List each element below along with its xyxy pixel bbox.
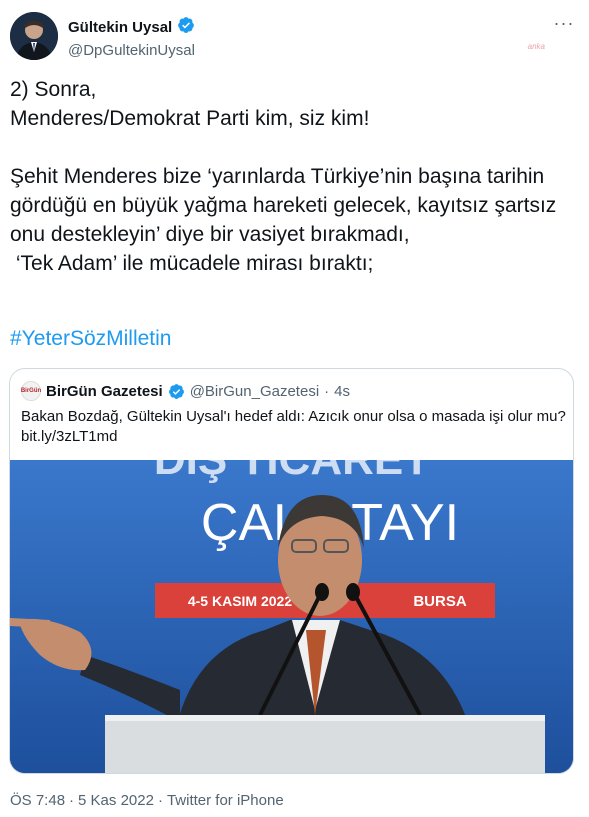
verified-badge-icon (177, 16, 195, 39)
more-options-icon[interactable]: ··· (551, 14, 577, 36)
quoted-tweet-link[interactable]: bit.ly/3zLT1md (21, 427, 566, 447)
watermark-logo: anka (527, 42, 545, 51)
hashtag-link[interactable]: #YeterSözMilletin (10, 327, 171, 351)
quoted-author-handle: @BirGun_Gazetesi (189, 382, 320, 400)
separator-dot: · (69, 792, 75, 809)
tweet-source[interactable]: Twitter for iPhone (167, 792, 284, 809)
tweet-paragraph: Şehit Menderes bize ‘yarınlarda Türkiye’… (10, 165, 557, 275)
banner-city-text: BURSA (413, 593, 467, 610)
tweet-time[interactable]: ÖS 7:48 (10, 792, 65, 809)
quoted-author-name: BirGün Gazetesi (46, 382, 163, 400)
quoted-tweet-body: Bakan Bozdağ, Gültekin Uysal'ı hedef ald… (21, 408, 566, 425)
banner-top-text: DIŞ TİCARET (154, 460, 430, 484)
banner-date-text: 4-5 KASIM 2022 (188, 593, 292, 609)
quoted-tweet-card[interactable]: BirGün BirGün Gazetesi @BirGun_Gazetesi … (9, 368, 574, 774)
tweet-paragraph: 2) Sonra, Menderes/Demokrat Parti kim, s… (10, 78, 370, 130)
quoted-tweet-text: Bakan Bozdağ, Gültekin Uysal'ı hedef ald… (21, 407, 566, 447)
quoted-tweet-time: 4s (334, 382, 350, 400)
quoted-tweet-photo[interactable]: DIŞ TİCARET ÇALIŞTAYI 4-5 KASIM 2022 BUR… (10, 460, 573, 773)
tweet-body: 2) Sonra, Menderes/Demokrat Parti kim, s… (10, 75, 580, 278)
author-avatar[interactable] (10, 12, 58, 60)
tweet-header: Gültekin Uysal @DpGultekinUysal ··· anka (10, 12, 579, 62)
quoted-author-avatar: BirGün (21, 381, 41, 401)
tweet-meta: ÖS 7:48 · 5 Kas 2022 · Twitter for iPhon… (10, 792, 284, 809)
author-handle[interactable]: @DpGultekinUysal (68, 42, 195, 59)
verified-badge-icon (168, 383, 185, 400)
author-display-name[interactable]: Gültekin Uysal (68, 19, 172, 36)
separator-dot: · (157, 792, 163, 809)
quoted-tweet-header: BirGün BirGün Gazetesi @BirGun_Gazetesi … (21, 381, 350, 401)
separator-dot: · (324, 382, 330, 400)
tweet-date[interactable]: 5 Kas 2022 (78, 792, 154, 809)
